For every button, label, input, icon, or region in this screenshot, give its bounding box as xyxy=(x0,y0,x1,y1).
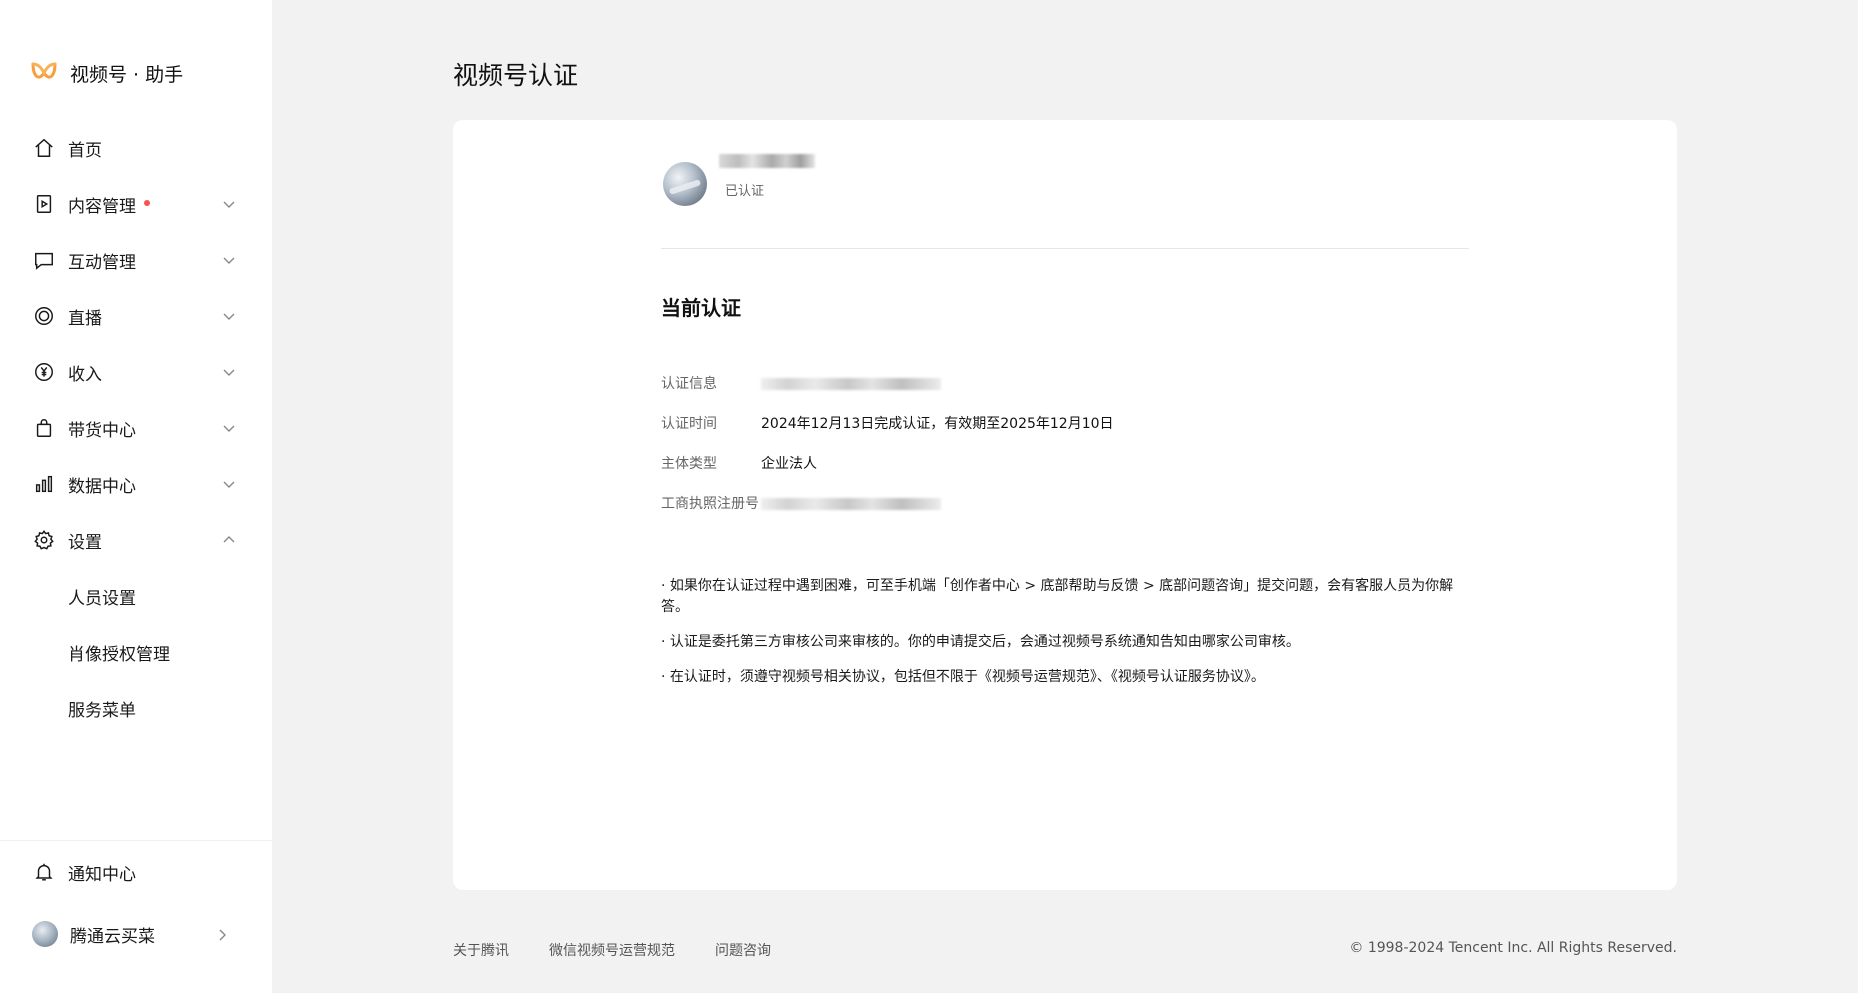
chevron-down-icon xyxy=(222,476,236,490)
chevron-down-icon xyxy=(222,420,236,434)
account-name: 腾通云买菜 xyxy=(70,926,155,947)
logo-text: 视频号 · 助手 xyxy=(70,63,184,86)
chevron-down-icon xyxy=(222,364,236,378)
sidebar-item-commerce[interactable]: 带货中心 xyxy=(0,400,272,456)
footer-link-guidelines[interactable]: 微信视频号运营规范 xyxy=(549,940,675,960)
live-icon xyxy=(32,304,56,328)
sidebar-item-notifications[interactable]: 通知中心 xyxy=(0,841,272,903)
content-icon xyxy=(32,192,56,216)
blurred-value xyxy=(761,378,941,390)
chevron-down-icon xyxy=(222,308,236,322)
sidebar-item-label: 收入 xyxy=(68,364,102,385)
footer-link-about[interactable]: 关于腾讯 xyxy=(453,940,509,960)
sidebar-item-data[interactable]: 数据中心 xyxy=(0,456,272,512)
info-label: 工商执照注册号 xyxy=(661,496,759,512)
info-value: 企业法人 xyxy=(761,456,817,472)
page-title: 视频号认证 xyxy=(453,61,579,90)
home-icon xyxy=(32,136,56,160)
sidebar-account[interactable]: 腾通云买菜 xyxy=(0,903,272,965)
chevron-down-icon xyxy=(222,196,236,210)
yen-icon xyxy=(32,360,56,384)
chevron-right-icon xyxy=(216,927,228,941)
sidebar-subitem-service-menu[interactable]: 服务菜单 xyxy=(0,680,272,736)
sidebar-item-income[interactable]: 收入 xyxy=(0,344,272,400)
info-row-license: 工商执照注册号 xyxy=(661,494,1469,514)
bag-icon xyxy=(32,416,56,440)
divider xyxy=(661,248,1469,249)
profile: 已认证 xyxy=(663,154,815,206)
app-root: 视频号 · 助手 首页 内容管理 互动管理 直播 收入 带货中心 数据中心 设置… xyxy=(0,0,1858,993)
sidebar-item-home[interactable]: 首页 xyxy=(0,120,272,176)
sidebar-item-label: 互动管理 xyxy=(68,252,136,273)
profile-info: 已认证 xyxy=(719,154,815,199)
sidebar-item-label: 内容管理 xyxy=(68,196,136,217)
sidebar-item-label: 带货中心 xyxy=(68,420,136,441)
info-rows: 认证信息 认证时间 2024年12月13日完成认证，有效期至2025年12月10… xyxy=(661,374,1469,534)
info-row-cert-time: 认证时间 2024年12月13日完成认证，有效期至2025年12月10日 xyxy=(661,414,1469,434)
sidebar-item-label: 通知中心 xyxy=(68,864,136,885)
info-row-cert-info: 认证信息 xyxy=(661,374,1469,394)
verification-card: 已认证 当前认证 认证信息 认证时间 2024年12月13日完成认证，有效期至2… xyxy=(453,120,1677,890)
footer-links: 关于腾讯 微信视频号运营规范 问题咨询 xyxy=(453,940,811,960)
blurred-value xyxy=(761,498,941,510)
chevron-down-icon xyxy=(222,252,236,266)
note-item: · 如果你在认证过程中遇到困难，可至手机端「创作者中心 > 底部帮助与反馈 > … xyxy=(661,578,1454,615)
sidebar-subitem-staff[interactable]: 人员设置 xyxy=(0,568,272,624)
notes: · 如果你在认证过程中遇到困难，可至手机端「创作者中心 > 底部帮助与反馈 > … xyxy=(661,576,1469,702)
notification-dot xyxy=(144,200,150,206)
sidebar-item-content[interactable]: 内容管理 xyxy=(0,176,272,232)
sidebar-item-live[interactable]: 直播 xyxy=(0,288,272,344)
chart-icon xyxy=(32,472,56,496)
sidebar-item-label: 数据中心 xyxy=(68,476,136,497)
note-item: · 认证是委托第三方审核公司来审核的。你的申请提交后，会通过视频号系统通知告知由… xyxy=(661,634,1300,650)
copyright: © 1998-2024 Tencent Inc. All Rights Rese… xyxy=(1349,940,1677,956)
chevron-up-icon xyxy=(222,532,236,546)
channels-logo-icon xyxy=(31,62,57,79)
info-value: 2024年12月13日完成认证，有效期至2025年12月10日 xyxy=(761,416,1114,432)
info-label: 认证信息 xyxy=(661,376,717,392)
sidebar-item-label: 直播 xyxy=(68,308,102,329)
avatar xyxy=(32,921,58,947)
sidebar-subitem-portrait[interactable]: 肖像授权管理 xyxy=(0,624,272,680)
avatar xyxy=(663,162,707,206)
gear-icon xyxy=(32,528,56,552)
sidebar-item-settings[interactable]: 设置 xyxy=(0,512,272,568)
sidebar-bottom: 通知中心 腾通云买菜 xyxy=(0,840,272,965)
bell-icon xyxy=(32,860,56,884)
info-label: 认证时间 xyxy=(661,416,717,432)
sidebar-item-label: 设置 xyxy=(68,532,102,553)
sidebar-nav: 首页 内容管理 互动管理 直播 收入 带货中心 数据中心 设置 人员设置 肖像授… xyxy=(0,120,272,736)
sidebar-item-label: 首页 xyxy=(68,140,102,161)
sidebar: 视频号 · 助手 首页 内容管理 互动管理 直播 收入 带货中心 数据中心 设置… xyxy=(0,0,272,993)
logo[interactable]: 视频号 · 助手 xyxy=(30,58,183,88)
verified-status: 已认证 xyxy=(725,184,765,199)
section-title: 当前认证 xyxy=(661,296,741,320)
comment-icon xyxy=(32,248,56,272)
note-item: · 在认证时，须遵守视频号相关协议，包括但不限于《视频号运营规范》、《视频号认证… xyxy=(661,669,1265,685)
info-label: 主体类型 xyxy=(661,456,717,472)
info-row-entity-type: 主体类型 企业法人 xyxy=(661,454,1469,474)
footer-link-help[interactable]: 问题咨询 xyxy=(715,940,771,960)
blurred-account-name xyxy=(719,154,815,168)
sidebar-item-interaction[interactable]: 互动管理 xyxy=(0,232,272,288)
